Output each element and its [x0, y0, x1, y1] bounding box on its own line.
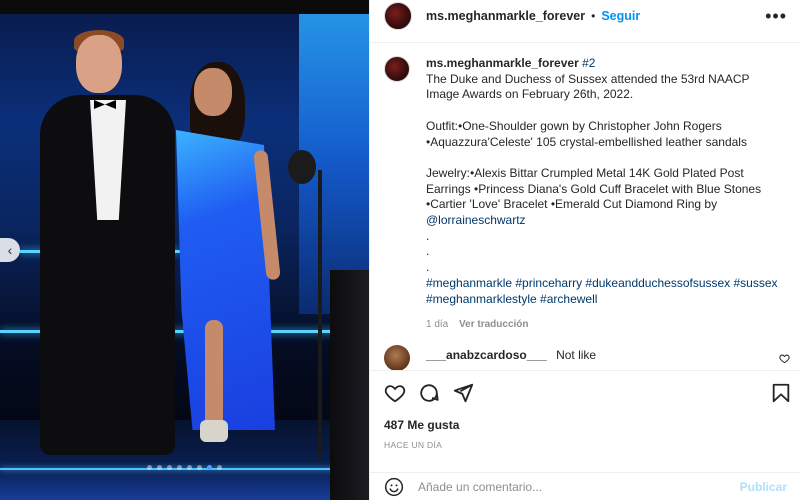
- caption-outfit-line: •Aquazzura'Celeste' 105 crystal-embellis…: [426, 134, 747, 149]
- post-date: HACE UN DÍA: [384, 440, 443, 450]
- carousel-dot: [207, 465, 212, 470]
- comment-text: ___anabzcardoso___ Not like: [426, 348, 596, 362]
- carousel-dot: [217, 465, 222, 470]
- caption-line: The Duke and Duchess of Sussex attended …: [426, 71, 750, 86]
- carousel-dot: [167, 465, 172, 470]
- caption-outfit-line: Outfit:•One-Shoulder gown by Christopher…: [426, 118, 722, 133]
- heart-outline-icon[interactable]: [384, 382, 406, 404]
- commenter-username[interactable]: ___anabzcardoso___: [426, 348, 547, 362]
- chevron-left-icon: ‹: [7, 242, 13, 258]
- caption-avatar[interactable]: [384, 56, 410, 82]
- caption-hashtags[interactable]: #meghanmarklestyle #archewell: [426, 292, 786, 308]
- post-side-panel: ms.meghanmarkle_forever • Seguir ••• ms.…: [369, 0, 800, 500]
- carousel-dot: [157, 465, 162, 470]
- caption-username[interactable]: ms.meghanmarkle_forever: [426, 56, 579, 70]
- avatar[interactable]: [384, 2, 412, 30]
- caption-jewelry-line: •Cartier 'Love' Bracelet •Emerald Cut Di…: [426, 197, 718, 212]
- caption-dot: .: [426, 260, 430, 275]
- likes-count[interactable]: 487 Me gusta: [384, 418, 459, 432]
- publish-button[interactable]: Publicar: [740, 480, 787, 494]
- caption-line: Image Awards on February 26th, 2022.: [426, 87, 634, 102]
- microphone-stand: [318, 170, 322, 460]
- caption-time: 1 día: [426, 319, 449, 331]
- header-separator: •: [591, 9, 596, 23]
- carousel-dot: [187, 465, 192, 470]
- action-bar: [370, 378, 800, 408]
- caption-dot: .: [426, 244, 430, 259]
- photo-top-bar: [0, 0, 369, 14]
- bookmark-icon[interactable]: [770, 382, 792, 404]
- previous-photo-button[interactable]: ‹: [0, 238, 20, 262]
- share-icon[interactable]: [452, 382, 474, 404]
- carousel-indicator: [0, 465, 369, 470]
- caption: ms.meghanmarkle_forever #2 The Duke and …: [384, 56, 794, 333]
- carousel-dot: [147, 465, 152, 470]
- caption-scroll-area[interactable]: ms.meghanmarkle_forever #2 The Duke and …: [370, 42, 800, 362]
- heart-outline-icon[interactable]: [779, 353, 790, 364]
- comment-composer: Publicar: [370, 472, 800, 500]
- woman-head: [194, 68, 232, 116]
- carousel-dot: [177, 465, 182, 470]
- author-username[interactable]: ms.meghanmarkle_forever: [426, 9, 585, 23]
- caption-hashtag[interactable]: #2: [582, 56, 595, 70]
- follow-button[interactable]: Seguir: [601, 9, 640, 23]
- caption-meta: 1 día Ver traducción: [426, 317, 786, 333]
- woman-shoe: [200, 420, 228, 442]
- woman-leg: [205, 320, 223, 430]
- more-options-icon[interactable]: •••: [765, 6, 787, 27]
- caption-hashtags[interactable]: #meghanmarkle #princeharry #dukeandduche…: [426, 276, 786, 292]
- microphone: [288, 150, 316, 184]
- carousel-dot: [197, 465, 202, 470]
- smiley-icon[interactable]: [384, 477, 404, 497]
- commenter-avatar[interactable]: [384, 345, 410, 371]
- comment-input[interactable]: [418, 479, 718, 494]
- caption-text: ms.meghanmarkle_forever #2 The Duke and …: [426, 56, 786, 333]
- post-modal: ‹ ms.meghanmarkle_forever • Seguir ••• m…: [0, 0, 800, 500]
- man-head: [76, 35, 122, 93]
- comment-body: Not like: [556, 348, 597, 362]
- see-translation-button[interactable]: Ver traducción: [459, 319, 528, 330]
- caption-jewelry-line: Earrings •Princess Diana's Gold Cuff Bra…: [426, 181, 762, 196]
- post-header: ms.meghanmarkle_forever • Seguir •••: [370, 0, 800, 32]
- caption-dot: .: [426, 228, 430, 243]
- comment-icon[interactable]: [418, 382, 440, 404]
- post-photo[interactable]: ‹: [0, 0, 369, 500]
- comment: ___anabzcardoso___ Not like: [384, 345, 794, 371]
- caption-mention-link[interactable]: @lorraineschwartz: [426, 213, 786, 229]
- divider: [370, 370, 800, 371]
- caption-jewelry-line: Jewelry:•Alexis Bittar Crumpled Metal 14…: [426, 165, 744, 180]
